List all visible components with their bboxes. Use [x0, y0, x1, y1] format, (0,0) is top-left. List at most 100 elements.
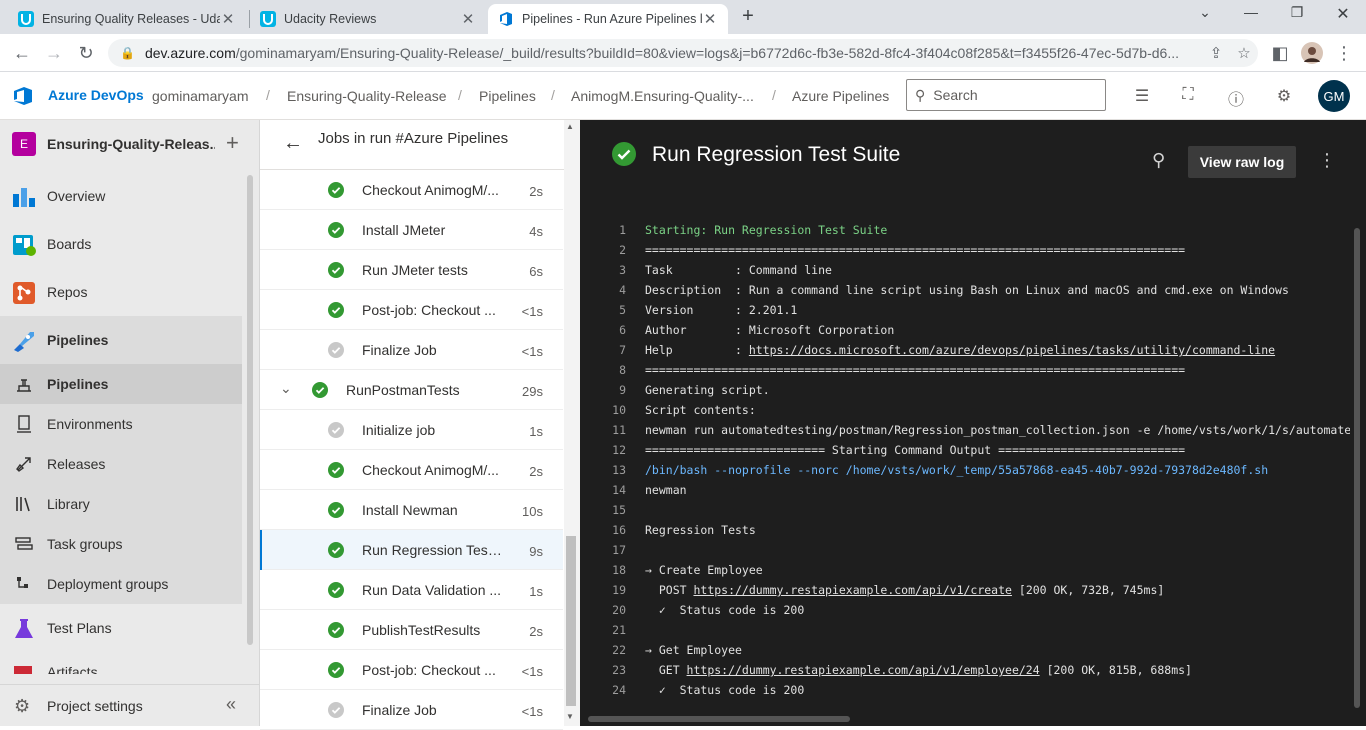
- job-step-row[interactable]: Run Regression Test ... 9s: [260, 530, 563, 570]
- nav-item-overview[interactable]: Overview: [0, 176, 242, 216]
- job-step-duration: <1s: [521, 344, 543, 359]
- browser-tab-1[interactable]: Ensuring Quality Releases - Udac ✕: [8, 4, 246, 34]
- browser-tab-2[interactable]: Udacity Reviews ✕: [250, 4, 486, 34]
- log-link[interactable]: https://dummy.restapiexample.com/api/v1/…: [693, 583, 1012, 597]
- browser-tab-title: Udacity Reviews: [284, 12, 377, 26]
- jobs-scroll-thumb[interactable]: [566, 536, 576, 706]
- back-arrow-icon[interactable]: ←: [283, 132, 303, 155]
- tab-search-chevron-icon[interactable]: ⌄: [1190, 4, 1220, 21]
- job-step-duration: <1s: [521, 704, 543, 719]
- job-step-row[interactable]: Finalize Job <1s: [260, 330, 563, 370]
- nav-subitem-task-groups[interactable]: Task groups: [0, 524, 242, 564]
- log-search-icon[interactable]: ⚲: [1152, 150, 1165, 171]
- log-text: Script contents:: [645, 403, 756, 417]
- view-raw-log-button[interactable]: View raw log: [1188, 146, 1296, 178]
- log-line: 16 Regression Tests: [580, 520, 1350, 540]
- close-tab-icon[interactable]: ✕: [460, 10, 476, 28]
- maximize-icon[interactable]: ❐: [1282, 4, 1312, 21]
- browser-menu-icon[interactable]: ⋮: [1332, 41, 1356, 65]
- nav-item-boards[interactable]: Boards: [0, 224, 242, 264]
- project-header[interactable]: E Ensuring-Quality-Releas... +: [0, 120, 260, 168]
- close-tab-icon[interactable]: ✕: [220, 10, 236, 28]
- job-step-row[interactable]: Initialize job 1s: [260, 410, 563, 450]
- collapse-nav-icon[interactable]: «: [226, 694, 236, 715]
- nav-item-label: Library: [47, 496, 90, 512]
- job-step-row[interactable]: Post-job: Checkout ... <1s: [260, 290, 563, 330]
- breadcrumb-pipeline-name[interactable]: AnimogM.Ensuring-Quality-...: [571, 88, 754, 104]
- reload-icon[interactable]: ↻: [74, 41, 98, 65]
- forward-icon[interactable]: →: [42, 41, 66, 65]
- nav-subitem-library[interactable]: Library: [0, 484, 242, 524]
- nav-scrollbar[interactable]: [247, 175, 253, 645]
- job-step-row[interactable]: Run Data Validation ... 1s: [260, 570, 563, 610]
- udacity-favicon-icon: [18, 11, 34, 27]
- job-step-row[interactable]: PublishTestResults 2s: [260, 610, 563, 650]
- job-step-row[interactable]: Finalize Job <1s: [260, 690, 563, 730]
- nav-item-pipelines[interactable]: Pipelines: [0, 320, 242, 360]
- azure-devops-logo-icon[interactable]: [12, 85, 34, 107]
- scroll-up-icon[interactable]: ▲: [566, 122, 574, 131]
- log-line-text: Generating script.: [645, 380, 1350, 400]
- log-horizontal-scrollbar[interactable]: [588, 716, 850, 722]
- log-link[interactable]: https://docs.microsoft.com/azure/devops/…: [749, 343, 1275, 357]
- scroll-down-icon[interactable]: ▼: [566, 712, 574, 721]
- bookmark-star-icon[interactable]: ☆: [1230, 44, 1258, 62]
- success-check-icon: [328, 182, 344, 198]
- breadcrumb-project[interactable]: Ensuring-Quality-Release: [287, 88, 447, 104]
- log-line-text: Author : Microsoft Corporation: [645, 320, 1350, 340]
- add-icon[interactable]: +: [226, 130, 239, 156]
- minimize-icon[interactable]: —: [1236, 4, 1266, 20]
- breadcrumb-run[interactable]: Azure Pipelines: [792, 88, 889, 104]
- log-text: Generating script.: [645, 383, 770, 397]
- job-step-row[interactable]: Run JMeter tests 6s: [260, 250, 563, 290]
- nav-item-artifacts[interactable]: Artifacts: [0, 652, 242, 674]
- user-settings-icon[interactable]: ⚙: [1274, 86, 1294, 106]
- marketplace-bag-icon[interactable]: ⛶: [1178, 86, 1198, 104]
- nav-item-repos[interactable]: Repos: [0, 272, 242, 312]
- nav-item-test-plans[interactable]: Test Plans: [0, 608, 242, 648]
- browser-tab-3-active[interactable]: Pipelines - Run Azure Pipelines lo ✕: [488, 4, 728, 34]
- ado-brand[interactable]: Azure DevOps: [48, 87, 144, 103]
- job-step-row[interactable]: Checkout AnimogM/... 2s: [260, 450, 563, 490]
- log-vertical-scrollbar[interactable]: [1354, 228, 1360, 708]
- nav-subitem-pipelines[interactable]: Pipelines: [0, 364, 242, 404]
- chevron-down-icon[interactable]: ⌄: [280, 380, 292, 397]
- job-step-row[interactable]: Post-job: Checkout ... <1s: [260, 650, 563, 690]
- job-step-row[interactable]: Checkout AnimogM/... 2s: [260, 170, 563, 210]
- task-groups-icon: [15, 537, 33, 550]
- new-tab-icon[interactable]: +: [737, 5, 759, 28]
- browser-tab-title: Ensuring Quality Releases - Udac: [42, 12, 220, 26]
- log-line: 15: [580, 500, 1350, 520]
- releases-icon: [16, 457, 31, 472]
- log-line-number: 5: [619, 303, 626, 317]
- profile-avatar-icon[interactable]: [1300, 41, 1324, 65]
- nav-subitem-releases[interactable]: Releases: [0, 444, 242, 484]
- more-options-icon[interactable]: ⋮: [1318, 150, 1336, 171]
- job-step-row[interactable]: Install Newman 10s: [260, 490, 563, 530]
- project-settings[interactable]: ⚙ Project settings «: [0, 684, 260, 726]
- project-name[interactable]: Ensuring-Quality-Releas...: [47, 136, 215, 152]
- sidebar-toggle-icon[interactable]: ◧: [1268, 41, 1292, 65]
- nav-subitem-deployment-groups[interactable]: Deployment groups: [0, 564, 242, 604]
- help-icon[interactable]: ⓘ: [1226, 86, 1246, 110]
- nav-subitem-environments[interactable]: Environments: [0, 404, 242, 444]
- breadcrumb-pipelines[interactable]: Pipelines: [479, 88, 536, 104]
- task-list-icon[interactable]: ☰: [1132, 86, 1152, 106]
- share-icon[interactable]: ⇪: [1202, 44, 1230, 62]
- project-settings-label: Project settings: [47, 698, 143, 714]
- success-check-icon: [328, 502, 344, 518]
- job-stage-row[interactable]: ⌄ RunPostmanTests 29s: [260, 370, 563, 410]
- jobs-header: ← Jobs in run #Azure Pipelines: [260, 120, 564, 170]
- user-avatar[interactable]: GM: [1318, 80, 1350, 112]
- close-tab-icon[interactable]: ✕: [702, 10, 718, 28]
- job-step-label: Post-job: Checkout ...: [362, 302, 496, 318]
- log-link[interactable]: https://dummy.restapiexample.com/api/v1/…: [687, 663, 1040, 677]
- ado-search-input[interactable]: ⚲ Search: [906, 79, 1106, 111]
- job-step-duration: 1s: [529, 584, 543, 599]
- back-icon[interactable]: ←: [10, 41, 34, 65]
- address-bar[interactable]: 🔒 dev.azure.com/gominamaryam/Ensuring-Qu…: [108, 39, 1258, 67]
- job-step-row[interactable]: Install JMeter 4s: [260, 210, 563, 250]
- breadcrumb-org[interactable]: gominamaryam: [152, 88, 248, 104]
- log-title: Run Regression Test Suite: [652, 143, 901, 166]
- close-window-icon[interactable]: ✕: [1328, 4, 1358, 24]
